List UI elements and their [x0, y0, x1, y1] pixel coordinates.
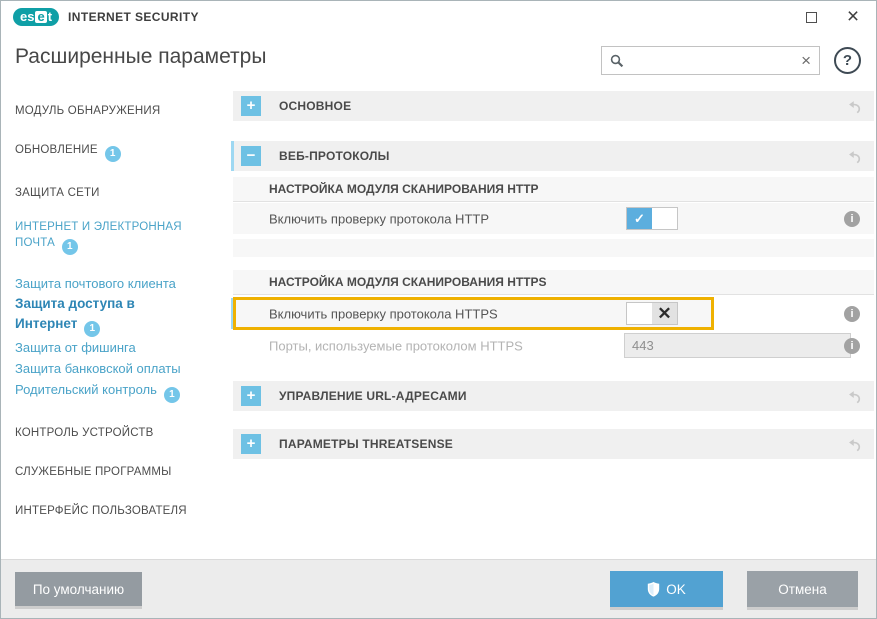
section-web-protocols[interactable]: − ВЕБ-ПРОТОКОЛЫ [233, 141, 874, 171]
info-icon[interactable]: i [844, 306, 860, 322]
titlebar: eset INTERNET SECURITY × [1, 1, 876, 33]
http-check-toggle[interactable]: ✓ [626, 207, 678, 230]
toggle-check-icon: ✓ [627, 208, 652, 229]
http-scanner-setup-header: НАСТРОЙКА МОДУЛЯ СКАНИРОВАНИЯ HTTP [233, 177, 874, 202]
sidebar-item-anti-phishing[interactable]: Защита от фишинга [15, 337, 217, 358]
section-threatsense[interactable]: + ПАРАМЕТРЫ THREATSENSE [233, 429, 874, 459]
sidebar-item-user-interface[interactable]: ИНТЕРФЕЙС ПОЛЬЗОВАТЕЛЯ [15, 503, 217, 519]
spacer [233, 359, 874, 381]
maximize-button[interactable] [798, 4, 824, 30]
help-button[interactable]: ? [834, 47, 861, 74]
update-badge: 1 [105, 146, 121, 162]
ok-button[interactable]: OK [610, 571, 723, 607]
search-icon [610, 54, 624, 68]
sidebar-item-detection-module[interactable]: МОДУЛЬ ОБНАРУЖЕНИЯ [15, 103, 217, 119]
https-ports-input[interactable] [624, 333, 851, 358]
section-url-management[interactable]: + УПРАВЛЕНИЕ URL-АДРЕСАМИ [233, 381, 874, 411]
eset-logo: eset [13, 8, 59, 26]
sidebar-item-update[interactable]: ОБНОВЛЕНИЕ1 [15, 142, 217, 162]
product-name: INTERNET SECURITY [68, 10, 199, 24]
https-ports-label: Порты, используемые протоколом HTTPS [269, 338, 523, 353]
revert-icon[interactable] [847, 99, 862, 114]
eset-settings-window: eset INTERNET SECURITY × Расширенные пар… [0, 0, 877, 619]
sidebar-item-tools[interactable]: СЛУЖЕБНЫЕ ПРОГРАММЫ [15, 464, 217, 480]
section-threatsense-title: ПАРАМЕТРЫ THREATSENSE [279, 437, 453, 451]
sidebar-item-network-protection[interactable]: ЗАЩИТА СЕТИ [15, 185, 217, 201]
revert-icon[interactable] [847, 389, 862, 404]
revert-icon[interactable] [847, 437, 862, 452]
section-basic-title: ОСНОВНОЕ [279, 99, 351, 113]
footer: По умолчанию OK Отмена [1, 559, 876, 618]
https-ports-row: Порты, используемые протоколом HTTPS i [233, 332, 874, 359]
spacer [233, 411, 874, 429]
https-check-row: Включить проверку протокола HTTPS ✕ i [233, 298, 874, 329]
https-check-toggle[interactable]: ✕ [626, 302, 678, 325]
parental-control-badge: 1 [164, 387, 180, 403]
https-scanner-setup-header: НАСТРОЙКА МОДУЛЯ СКАНИРОВАНИЯ HTTPS [233, 270, 874, 295]
web-and-email-badge: 1 [62, 239, 78, 255]
expand-icon[interactable]: + [241, 434, 261, 454]
close-button[interactable]: × [840, 4, 866, 30]
info-icon[interactable]: i [844, 211, 860, 227]
expand-icon[interactable]: + [241, 96, 261, 116]
section-basic[interactable]: + ОСНОВНОЕ [233, 91, 874, 121]
collapse-icon[interactable]: − [241, 146, 261, 166]
settings-content: + ОСНОВНОЕ − ВЕБ-ПРОТОКОЛЫ НАСТРОЙКА МОД… [231, 89, 876, 559]
web-access-badge: 1 [84, 321, 100, 337]
toggle-x-icon: ✕ [652, 303, 677, 324]
revert-icon[interactable] [847, 149, 862, 164]
https-highlight-box: Включить проверку протокола HTTPS ✕ [233, 297, 714, 330]
header: Расширенные параметры × ? [1, 33, 876, 89]
page-title: Расширенные параметры [15, 45, 266, 69]
expand-icon[interactable]: + [241, 386, 261, 406]
sidebar-item-banking-protection[interactable]: Защита банковской оплаты [15, 358, 217, 379]
https-check-label: Включить проверку протокола HTTPS [269, 306, 498, 321]
sidebar-item-web-and-email[interactable]: ИНТЕРНЕТ И ЭЛЕКТРОННАЯ ПОЧТА1 [15, 219, 200, 255]
spacer [233, 121, 874, 141]
default-button[interactable]: По умолчанию [15, 572, 142, 606]
search-box: × [601, 46, 820, 75]
search-clear-icon[interactable]: × [801, 53, 811, 69]
empty-row [233, 239, 874, 257]
http-check-row: Включить проверку протокола HTTP ✓ i [233, 203, 874, 234]
logo-text-mid: e [35, 11, 46, 23]
window-controls: × [798, 1, 866, 33]
sidebar-item-parental-control[interactable]: Родительский контроль1 [15, 379, 217, 403]
body: МОДУЛЬ ОБНАРУЖЕНИЯ ОБНОВЛЕНИЕ1 ЗАЩИТА СЕ… [1, 89, 876, 559]
maximize-icon [806, 12, 817, 23]
info-icon[interactable]: i [844, 338, 860, 354]
spacer [233, 257, 874, 270]
logo-text-left: es [20, 10, 34, 23]
sidebar-item-device-control[interactable]: КОНТРОЛЬ УСТРОЙСТВ [15, 425, 217, 441]
section-web-protocols-title: ВЕБ-ПРОТОКОЛЫ [279, 149, 390, 163]
section-url-management-title: УПРАВЛЕНИЕ URL-АДРЕСАМИ [279, 389, 467, 403]
logo-text-right: t [48, 10, 52, 23]
ok-button-label: OK [666, 582, 686, 597]
shield-icon [647, 582, 660, 597]
search-input[interactable] [631, 53, 801, 68]
sidebar-item-web-access-protection[interactable]: Защита доступа в Интернет1 [15, 294, 183, 337]
cancel-button[interactable]: Отмена [747, 571, 858, 607]
http-check-label: Включить проверку протокола HTTP [269, 211, 489, 226]
sidebar-item-email-client-protection[interactable]: Защита почтового клиента [15, 273, 217, 294]
sidebar: МОДУЛЬ ОБНАРУЖЕНИЯ ОБНОВЛЕНИЕ1 ЗАЩИТА СЕ… [1, 89, 231, 559]
